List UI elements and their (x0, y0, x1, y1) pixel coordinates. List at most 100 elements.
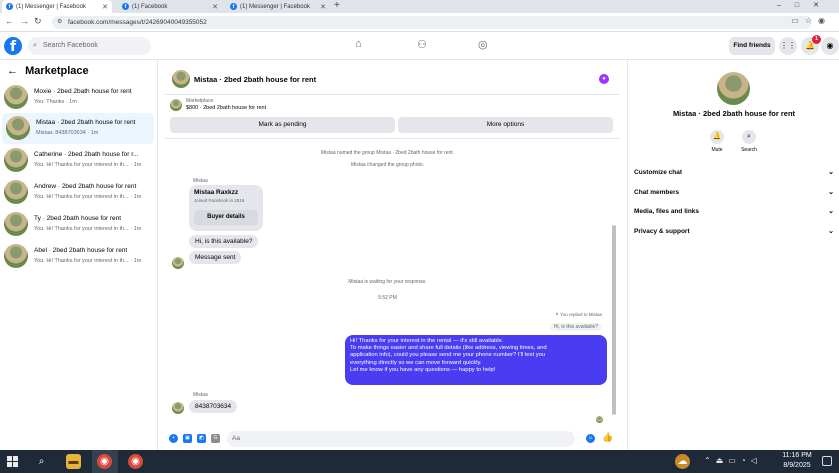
sender-name: Mistaa (193, 392, 208, 398)
search-icon[interactable]: ⌕ (34, 454, 49, 469)
chevron-down-icon: ⌄ (828, 189, 834, 196)
section-label: Chat members (634, 189, 680, 196)
close-tab-icon[interactable]: ✕ (102, 3, 108, 11)
like-icon[interactable]: 👍 (602, 432, 613, 443)
search-button[interactable]: ⌕ Search (734, 130, 764, 153)
facebook-tab-icon: f (122, 3, 129, 10)
forward-icon[interactable]: → (20, 16, 29, 26)
chat-avatar[interactable] (172, 70, 190, 88)
address-bar-row: ← → ↻ ⚙ facebook.com/messages/t/24269040… (0, 13, 839, 32)
browser-tab-messenger-2[interactable]: f (1) Messenger | Facebook ✕ (226, 0, 330, 13)
chevron-down-icon: ⌄ (828, 169, 834, 176)
section-label: Customize chat (634, 169, 683, 176)
facebook-tab-icon: f (230, 3, 237, 10)
profile-avatar[interactable]: ◉ (821, 37, 839, 55)
incoming-message: Message sent (189, 251, 242, 264)
media-files-section[interactable]: Media, files and links ⌄ (634, 205, 834, 219)
url-field[interactable]: ⚙ facebook.com/messages/t/24269040049355… (52, 16, 812, 29)
read-receipt-avatar (596, 416, 603, 423)
conversation-item[interactable]: Andrew · 2bed 2bath house for rent You: … (0, 177, 155, 208)
outgoing-line: Let me know if you have any questions — … (350, 366, 496, 373)
notification-center-icon[interactable] (822, 456, 832, 466)
outgoing-line: application info), could you please send… (350, 352, 546, 359)
home-icon[interactable]: ⌂ (355, 38, 362, 50)
outgoing-message: Hi! Thanks for your interest in the rent… (345, 335, 607, 385)
message-thread[interactable]: Mistaa named the group Mistaa · 2bed 2ba… (165, 138, 620, 428)
browser-tab-facebook[interactable]: f (1) Facebook ✕ (118, 0, 222, 13)
browser-actions[interactable]: ▭☆◉ (791, 16, 831, 25)
section-label: Media, files and links (634, 208, 700, 215)
window-controls[interactable]: –□✕ (777, 0, 833, 12)
conversation-preview: You: Hi! Thanks for your interest in th.… (34, 226, 142, 232)
outgoing-line: everything directly so we can move forwa… (350, 359, 482, 366)
avatar (4, 180, 28, 204)
scrollbar[interactable] (612, 139, 616, 424)
chat-members-section[interactable]: Chat members ⌄ (634, 186, 834, 200)
facebook-tab-icon: f (6, 3, 13, 10)
chat-details-panel: Mistaa · 2bed 2bath house for rent 🔔 Mut… (627, 60, 839, 450)
facebook-header: f ⌕ Search Facebook ⌂ ⚇ ◎ Find friends ⋮… (0, 32, 839, 60)
message-input[interactable]: Aa (227, 431, 575, 447)
mark-pending-button[interactable]: Mark as pending (170, 117, 395, 133)
tab-label: (1) Facebook (132, 3, 168, 10)
conversation-item-selected[interactable]: Mistaa · 2bed 2bath house for rent Mista… (2, 113, 154, 144)
scrollbar-thumb[interactable] (612, 225, 616, 415)
photo-icon[interactable]: ▣ (183, 434, 192, 443)
avatar (172, 257, 184, 269)
conversation-preview: You: Hi! Thanks for your interest in th.… (34, 258, 142, 264)
reply-indicator: ↰ You replied to Mistaa (555, 312, 602, 318)
group-name: Mistaa · 2bed 2bath house for rent (672, 109, 796, 118)
conversation-item[interactable]: Ty · 2bed 2bath house for rent You: Hi! … (0, 209, 155, 240)
reload-icon[interactable]: ↻ (34, 16, 42, 27)
chrome-icon[interactable]: ◉ (97, 454, 112, 469)
listing-price: $800 · 2bed 2bath house for rent (186, 105, 267, 111)
conversation-title: Abel · 2bed 2bath house for rent (34, 247, 128, 254)
incoming-message: Hi, is this available? (189, 235, 259, 248)
search-input[interactable]: ⌕ Search Facebook (28, 37, 151, 55)
weather-icon[interactable]: ☁ (675, 454, 690, 469)
clock-date[interactable]: 8/9/2025 (780, 462, 814, 469)
chrome-icon-2[interactable]: ◉ (128, 454, 143, 469)
tab-label: (1) Messenger | Facebook (240, 3, 310, 10)
new-tab-button[interactable]: + (334, 0, 340, 12)
gif-icon[interactable]: G (211, 434, 220, 443)
sticker-icon[interactable]: ◩ (197, 434, 206, 443)
customize-chat-section[interactable]: Customize chat ⌄ (634, 166, 834, 180)
buyer-card: Mistaa Raxkzz Joined Facebook in 2018 Bu… (189, 185, 263, 231)
clock-time[interactable]: 11:16 PM (780, 452, 814, 459)
close-tab-icon[interactable]: ✕ (212, 3, 218, 11)
find-friends-button[interactable]: Find friends (729, 37, 775, 55)
marketplace-icon[interactable]: ◎ (478, 38, 488, 51)
privacy-support-section[interactable]: Privacy & support ⌄ (634, 225, 834, 239)
file-explorer-icon[interactable]: ▬ (66, 454, 81, 469)
conversation-item[interactable]: Abel · 2bed 2bath house for rent You: Hi… (0, 241, 155, 272)
group-avatar[interactable] (717, 72, 750, 105)
facebook-logo-icon[interactable]: f (4, 37, 22, 55)
site-info-icon[interactable]: ⚙ (57, 16, 62, 29)
buyer-details-button[interactable]: Buyer details (194, 210, 258, 225)
conversation-item[interactable]: Catherine · 2bed 2bath house for r... Yo… (0, 145, 155, 176)
url-text: facebook.com/messages/t/2426904004935505… (68, 19, 207, 26)
grid-menu-icon[interactable]: ⋮⋮ (779, 37, 797, 55)
back-arrow-icon[interactable]: ← (7, 65, 18, 77)
notification-badge: 1 (812, 35, 821, 44)
back-icon[interactable]: ← (5, 16, 14, 26)
system-tray[interactable]: ⌃⏏▭◔◁ (704, 456, 762, 465)
more-options-button[interactable]: More options (398, 117, 613, 133)
emoji-icon[interactable]: ☺ (586, 434, 595, 443)
system-message: Mistaa named the group Mistaa · 2bed 2ba… (320, 150, 455, 156)
plus-icon[interactable]: + (169, 434, 178, 443)
windows-start-icon[interactable] (7, 456, 18, 467)
conversation-item[interactable]: Moxie · 2bed 2bath house for rent You: T… (0, 82, 155, 113)
mute-button[interactable]: 🔔 Mute (702, 130, 732, 153)
conversation-title: Moxie · 2bed 2bath house for rent (34, 88, 132, 95)
outgoing-line: To make things easier and share full det… (350, 345, 547, 352)
chevron-down-icon: ⌄ (828, 228, 834, 235)
chat-title[interactable]: Mistaa · 2bed 2bath house for rent (194, 75, 316, 84)
avatar (6, 116, 30, 140)
friends-icon[interactable]: ⚇ (417, 38, 427, 51)
close-tab-icon[interactable]: ✕ (320, 3, 326, 11)
info-icon[interactable]: ● (599, 74, 609, 84)
conversation-preview: Mistaa: 8438703634 · 1m (36, 130, 99, 136)
browser-tab-messenger[interactable]: f (1) Messenger | Facebook ✕ (2, 0, 112, 13)
